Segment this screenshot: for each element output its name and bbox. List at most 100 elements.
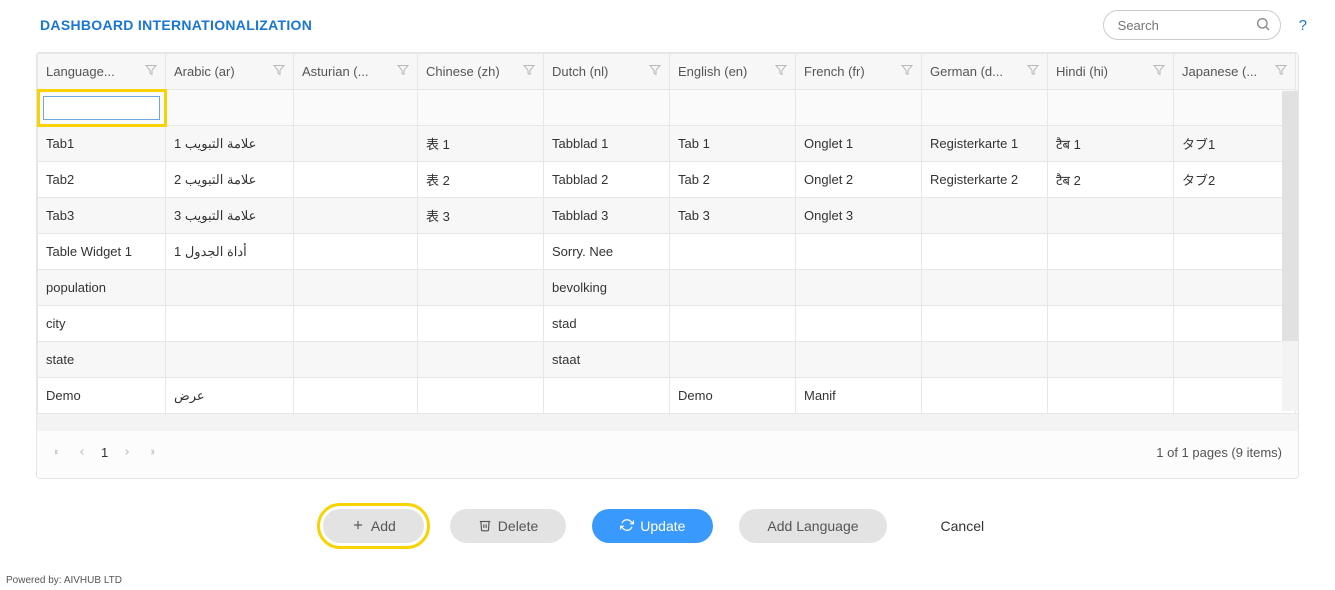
cell-zh[interactable] [418, 234, 544, 270]
cell-ar[interactable]: علامة التبويب 2 [166, 162, 294, 198]
cell-nl[interactable]: stad [544, 306, 670, 342]
filter-icon[interactable] [145, 64, 157, 79]
cell-zh[interactable]: 表 3 [418, 198, 544, 234]
cell-en[interactable]: Tab 3 [670, 198, 796, 234]
cell-hi[interactable] [1048, 234, 1174, 270]
pager-first-icon[interactable] [53, 446, 63, 460]
cell-ast[interactable] [294, 162, 418, 198]
cell-en[interactable] [670, 342, 796, 378]
column-header-ast[interactable]: Asturian (... [294, 54, 418, 90]
column-header-ja[interactable]: Japanese (... [1174, 54, 1296, 90]
cell-hi[interactable]: टैब 1 [1048, 126, 1174, 162]
help-icon[interactable]: ? [1299, 17, 1307, 34]
cell-fr[interactable] [796, 270, 922, 306]
cell-zh[interactable]: 表 2 [418, 162, 544, 198]
filter-input[interactable] [675, 96, 790, 120]
cell-en[interactable] [670, 306, 796, 342]
filter-input[interactable] [423, 96, 538, 120]
add-language-button[interactable]: Add Language [739, 509, 886, 543]
cell-en[interactable] [670, 234, 796, 270]
cell-fr[interactable]: Manif [796, 378, 922, 414]
filter-cell-fr[interactable] [796, 90, 922, 126]
filter-cell-zh[interactable] [418, 90, 544, 126]
filter-icon[interactable] [649, 64, 661, 79]
cell-ar[interactable] [166, 270, 294, 306]
column-header-lang[interactable]: Language... [38, 54, 166, 90]
column-header-en[interactable]: English (en) [670, 54, 796, 90]
filter-cell-lang[interactable] [38, 90, 166, 126]
filter-cell-de[interactable] [922, 90, 1048, 126]
delete-button[interactable]: Delete [450, 509, 566, 543]
cell-fr[interactable]: Onglet 3 [796, 198, 922, 234]
cell-lang[interactable]: state [38, 342, 166, 378]
cell-ja[interactable] [1174, 234, 1296, 270]
filter-icon[interactable] [775, 64, 787, 79]
cell-ast[interactable] [294, 126, 418, 162]
cell-nl[interactable]: bevolking [544, 270, 670, 306]
cell-hi[interactable] [1048, 198, 1174, 234]
table-row[interactable]: Table Widget 1أداة الجدول 1Sorry. Nee [38, 234, 1299, 270]
cell-ar[interactable] [166, 306, 294, 342]
table-row[interactable]: city stad [38, 306, 1299, 342]
cell-ja[interactable] [1174, 270, 1296, 306]
filter-cell-nl[interactable] [544, 90, 670, 126]
cell-hi[interactable] [1048, 270, 1174, 306]
cell-de[interactable] [922, 306, 1048, 342]
cell-zh[interactable] [418, 342, 544, 378]
filter-input[interactable] [171, 96, 288, 120]
filter-input[interactable] [549, 96, 664, 120]
cell-en[interactable]: Demo [670, 378, 796, 414]
cell-ar[interactable] [166, 342, 294, 378]
cell-fr[interactable] [796, 234, 922, 270]
cell-de[interactable] [922, 198, 1048, 234]
add-button[interactable]: Add [323, 509, 424, 543]
filter-icon[interactable] [1027, 64, 1039, 79]
cell-zh[interactable] [418, 306, 544, 342]
column-header-ar[interactable]: Arabic (ar) [166, 54, 294, 90]
cell-nl[interactable]: Tabblad 3 [544, 198, 670, 234]
cell-de[interactable] [922, 378, 1048, 414]
filter-icon[interactable] [1275, 64, 1287, 79]
filter-input[interactable] [801, 96, 916, 120]
cell-de[interactable] [922, 270, 1048, 306]
cell-fr[interactable] [796, 306, 922, 342]
filter-cell-ast[interactable] [294, 90, 418, 126]
cancel-button[interactable]: Cancel [913, 509, 1013, 543]
cell-fr[interactable] [796, 342, 922, 378]
filter-cell-ja[interactable] [1174, 90, 1296, 126]
pager-last-icon[interactable] [146, 446, 156, 460]
cell-lang[interactable]: Tab2 [38, 162, 166, 198]
column-header-fr[interactable]: French (fr) [796, 54, 922, 90]
cell-ar[interactable]: أداة الجدول 1 [166, 234, 294, 270]
table-row[interactable]: Tab3علامة التبويب 3表 3Tabblad 3Tab 3Ongl… [38, 198, 1299, 234]
cell-lang[interactable]: Table Widget 1 [38, 234, 166, 270]
cell-nl[interactable]: Tabblad 1 [544, 126, 670, 162]
cell-hi[interactable] [1048, 378, 1174, 414]
cell-ja[interactable] [1174, 306, 1296, 342]
cell-ast[interactable] [294, 306, 418, 342]
cell-zh[interactable] [418, 270, 544, 306]
cell-zh[interactable]: 表 1 [418, 126, 544, 162]
cell-nl[interactable] [544, 378, 670, 414]
cell-nl[interactable]: Tabblad 2 [544, 162, 670, 198]
cell-nl[interactable]: staat [544, 342, 670, 378]
column-header-more[interactable]: F [1296, 54, 1299, 90]
cell-de[interactable]: Registerkarte 1 [922, 126, 1048, 162]
cell-hi[interactable] [1048, 342, 1174, 378]
filter-input[interactable] [1053, 96, 1168, 120]
cell-lang[interactable]: city [38, 306, 166, 342]
cell-ast[interactable] [294, 198, 418, 234]
column-header-hi[interactable]: Hindi (hi) [1048, 54, 1174, 90]
cell-de[interactable] [922, 234, 1048, 270]
cell-de[interactable]: Registerkarte 2 [922, 162, 1048, 198]
cell-en[interactable]: Tab 1 [670, 126, 796, 162]
search-icon[interactable] [1255, 16, 1271, 35]
cell-fr[interactable]: Onglet 1 [796, 126, 922, 162]
cell-ja[interactable]: タブ2 [1174, 162, 1296, 198]
filter-icon[interactable] [901, 64, 913, 79]
cell-ast[interactable] [294, 270, 418, 306]
table-row[interactable]: Tab2علامة التبويب 2表 2Tabblad 2Tab 2Ongl… [38, 162, 1299, 198]
cell-de[interactable] [922, 342, 1048, 378]
table-row[interactable]: state staat [38, 342, 1299, 378]
cell-ar[interactable]: علامة التبويب 1 [166, 126, 294, 162]
